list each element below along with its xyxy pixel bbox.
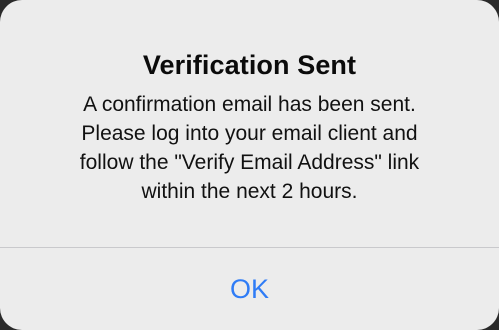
alert-message-line: follow the "Verify Email Address" link [79, 151, 420, 174]
alert-content: Verification Sent A confirmation email h… [0, 48, 499, 206]
alert-message: A confirmation email has been sent. Plea… [30, 90, 470, 206]
ok-button[interactable]: OK [0, 248, 499, 330]
alert-dialog: Verification Sent A confirmation email h… [0, 0, 499, 330]
alert-message-line: within the next 2 hours. [141, 180, 358, 203]
alert-title: Verification Sent [142, 50, 357, 80]
alert-message-line: Please log into your email client and [81, 122, 418, 145]
alert-message-line: A confirmation email has been sent. [83, 93, 416, 116]
